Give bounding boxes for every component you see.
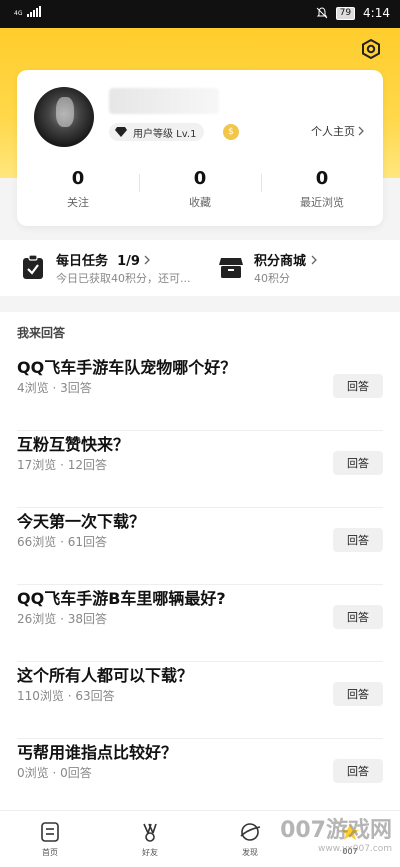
diamond-icon bbox=[115, 127, 127, 137]
personal-homepage-label: 个人主页 bbox=[311, 125, 355, 138]
question-meta: 26浏览 · 38回答 bbox=[17, 612, 108, 626]
question-views: 17浏览 bbox=[17, 458, 57, 472]
answer-button[interactable]: 回答 bbox=[333, 682, 383, 706]
question-answer-count: 63回答 bbox=[75, 689, 115, 703]
question-views: 66浏览 bbox=[17, 535, 57, 549]
nav-friends[interactable]: 好友 bbox=[100, 811, 200, 867]
question-answer-count: 38回答 bbox=[67, 612, 108, 626]
stat-label: 最近浏览 bbox=[300, 196, 344, 209]
question-title: 今天第一次下载？ bbox=[17, 512, 146, 531]
question-views: 26浏览 bbox=[17, 612, 57, 626]
points-mall-subtitle: 40积分 bbox=[254, 272, 290, 285]
answer-button[interactable]: 回答 bbox=[333, 374, 383, 398]
nav-label: 首页 bbox=[42, 848, 58, 857]
profile-stats: 0 关注 0 收藏 0 最近浏览 bbox=[17, 168, 383, 218]
stat-value: 0 bbox=[71, 168, 85, 189]
status-bar: 4G 79 4:14 bbox=[0, 0, 400, 28]
stat-recent-views[interactable]: 0 最近浏览 bbox=[261, 168, 383, 218]
question-views: 4浏览 bbox=[17, 381, 49, 395]
question-item[interactable]: 丐帮用谁指点比较好？ 0浏览 · 0回答 回答 bbox=[17, 739, 383, 810]
daily-tasks-subtitle: 今日已获取40积分，还可... bbox=[56, 272, 191, 285]
chevron-right-icon bbox=[358, 126, 364, 136]
question-item[interactable]: 这个所有人都可以下载？ 110浏览 · 63回答 回答 bbox=[17, 662, 383, 739]
signal-icon bbox=[27, 6, 42, 17]
answer-button[interactable]: 回答 bbox=[333, 451, 383, 475]
question-meta: 4浏览 · 3回答 bbox=[17, 381, 92, 395]
question-item[interactable]: 互粉互赞快来？ 17浏览 · 12回答 回答 bbox=[17, 431, 383, 508]
question-meta: 17浏览 · 12回答 bbox=[17, 458, 108, 472]
question-item[interactable]: 今天第一次下载？ 66浏览 · 61回答 回答 bbox=[17, 508, 383, 585]
question-answer-count: 0回答 bbox=[60, 766, 92, 780]
watermark: 007游戏网 www.yx007.com bbox=[280, 812, 392, 854]
question-title: 这个所有人都可以下载？ bbox=[17, 666, 194, 685]
watermark-text: 007游戏网 bbox=[280, 818, 392, 843]
answer-button[interactable]: 回答 bbox=[333, 759, 383, 783]
mute-icon bbox=[316, 7, 327, 19]
question-meta: 0浏览 · 0回答 bbox=[17, 766, 92, 780]
stat-value: 0 bbox=[315, 168, 329, 189]
question-title: QQ飞车手游B车里哪辆最好? bbox=[17, 589, 226, 608]
question-item[interactable]: QQ飞车手游车队宠物哪个好？ 4浏览 · 3回答 回答 bbox=[17, 354, 383, 431]
coin-icon: $ bbox=[223, 124, 239, 140]
discover-icon bbox=[240, 823, 261, 841]
user-level-badge[interactable]: 用户等级 Lv.1 bbox=[109, 123, 205, 141]
store-icon bbox=[219, 258, 243, 278]
clipboard-check-icon bbox=[23, 254, 43, 279]
question-answer-count: 12回答 bbox=[67, 458, 108, 472]
nav-label: 好友 bbox=[142, 848, 158, 857]
question-views: 0浏览 bbox=[17, 766, 49, 780]
stat-label: 关注 bbox=[67, 196, 89, 209]
section-title: 我来回答 bbox=[17, 326, 66, 340]
chevron-right-icon bbox=[144, 255, 151, 265]
stat-value: 0 bbox=[193, 168, 207, 189]
points-mall-title: 积分商城 bbox=[254, 250, 318, 269]
friends-icon bbox=[143, 823, 157, 842]
answer-button[interactable]: 回答 bbox=[333, 605, 383, 629]
points-mall[interactable]: 积分商城 40积分 bbox=[218, 250, 378, 290]
question-answer-count: 3回答 bbox=[60, 381, 92, 395]
question-meta: 110浏览 · 63回答 bbox=[17, 689, 115, 703]
watermark-url: www.yx007.com bbox=[317, 844, 392, 854]
question-meta: 66浏览 · 61回答 bbox=[17, 535, 108, 549]
personal-homepage-link[interactable]: 个人主页 bbox=[311, 123, 365, 139]
daily-tasks-label: 每日任务 bbox=[56, 254, 109, 269]
stat-favorites[interactable]: 0 收藏 bbox=[139, 168, 261, 218]
question-title: 丐帮用谁指点比较好？ bbox=[17, 743, 178, 762]
username-blurred bbox=[109, 88, 219, 114]
answer-questions-section: 我来回答 QQ飞车手游车队宠物哪个好？ 4浏览 · 3回答 回答 互粉互赞快来？… bbox=[0, 312, 400, 810]
question-title: QQ飞车手游车队宠物哪个好？ bbox=[17, 358, 237, 377]
question-views: 110浏览 bbox=[17, 689, 64, 703]
stat-label: 收藏 bbox=[189, 196, 211, 209]
battery-indicator: 79 bbox=[335, 6, 356, 20]
tasks-row: 每日任务 1/9 今日已获取40积分，还可... 积分商城 40积分 bbox=[0, 240, 400, 296]
daily-tasks-progress: 1/9 bbox=[117, 254, 140, 269]
nav-home[interactable]: 首页 bbox=[0, 811, 100, 867]
daily-tasks[interactable]: 每日任务 1/9 今日已获取40积分，还可... bbox=[20, 250, 200, 290]
answer-button[interactable]: 回答 bbox=[333, 528, 383, 552]
daily-tasks-title: 每日任务 1/9 bbox=[56, 250, 151, 269]
chevron-right-icon bbox=[311, 255, 317, 265]
question-item[interactable]: QQ飞车手游B车里哪辆最好? 26浏览 · 38回答 回答 bbox=[17, 585, 383, 662]
stat-following[interactable]: 0 关注 bbox=[17, 168, 139, 218]
question-answer-count: 61回答 bbox=[67, 535, 108, 549]
user-level-text: 用户等级 Lv.1 bbox=[133, 128, 197, 140]
settings-icon[interactable] bbox=[360, 38, 382, 60]
home-icon bbox=[41, 822, 59, 842]
profile-card: 用户等级 Lv.1 $ 个人主页 0 关注 0 收藏 0 最近浏览 bbox=[17, 70, 383, 226]
network-type: 4G bbox=[14, 10, 23, 17]
clock: 4:14 bbox=[363, 6, 390, 20]
avatar[interactable] bbox=[34, 87, 94, 147]
points-mall-label: 积分商城 bbox=[254, 254, 307, 269]
question-title: 互粉互赞快来？ bbox=[17, 435, 130, 454]
